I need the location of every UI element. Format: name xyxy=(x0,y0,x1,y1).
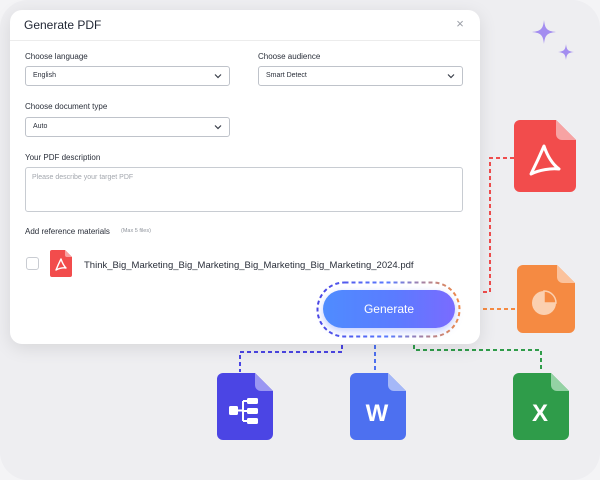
dialog-title: Generate PDF xyxy=(24,18,102,32)
dialog-header: Generate PDF × xyxy=(10,10,480,41)
language-label: Choose language xyxy=(25,52,88,61)
reference-hint: (Max 5 files) xyxy=(121,228,151,234)
chevron-down-icon xyxy=(214,125,222,130)
pdf-icon xyxy=(514,120,576,192)
mindmap-icon xyxy=(217,373,273,440)
doctype-value: Auto xyxy=(33,123,48,130)
close-icon[interactable]: × xyxy=(452,16,468,32)
excel-glyph: X xyxy=(532,400,548,427)
file-checkbox[interactable] xyxy=(26,257,39,270)
language-value: English xyxy=(33,72,56,79)
audience-select[interactable]: Smart Detect xyxy=(258,66,463,86)
audience-label: Choose audience xyxy=(258,52,321,61)
excel-icon: X xyxy=(513,373,569,440)
description-placeholder: Please describe your target PDF xyxy=(32,174,134,181)
doctype-label: Choose document type xyxy=(25,102,108,111)
word-glyph: W xyxy=(366,400,389,427)
reference-label: Add reference materials xyxy=(25,227,110,236)
presentation-icon xyxy=(517,265,575,333)
language-select[interactable]: English xyxy=(25,66,230,86)
pdf-icon xyxy=(50,250,72,277)
file-name: Think_Big_Marketing_Big_Marketing_Big_Ma… xyxy=(84,260,414,271)
doctype-select[interactable]: Auto xyxy=(25,117,230,137)
generate-button[interactable]: Generate xyxy=(323,290,455,328)
description-label: Your PDF description xyxy=(25,153,101,162)
audience-value: Smart Detect xyxy=(266,72,307,79)
word-icon: W xyxy=(350,373,406,440)
description-input[interactable]: Please describe your target PDF xyxy=(25,167,463,212)
chevron-down-icon xyxy=(447,74,455,79)
chevron-down-icon xyxy=(214,74,222,79)
